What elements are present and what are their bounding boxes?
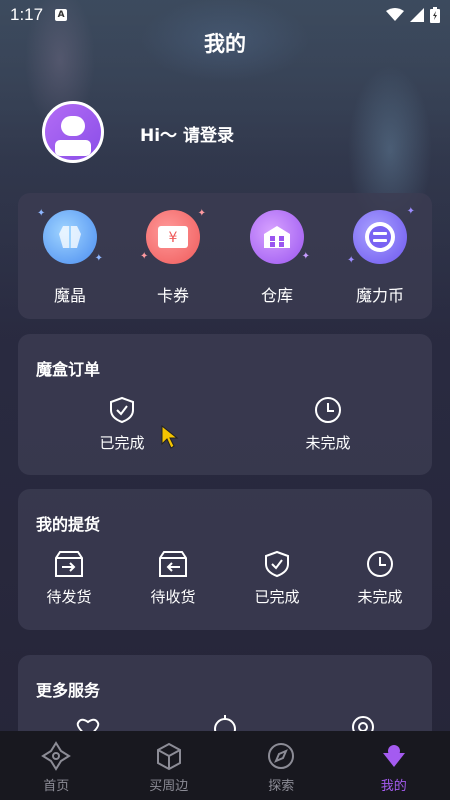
status-label: 未完成 [305, 434, 351, 452]
asset-label: 仓库 [260, 286, 293, 305]
status-label: 已完成 [254, 588, 300, 606]
asset-coupon[interactable]: ¥ ✦ ✦ 卡券 [136, 208, 210, 306]
asset-coin[interactable]: ✦ ✦ 魔力币 [343, 206, 417, 306]
status-label: 待收货 [150, 588, 196, 606]
coupon-icon: ¥ ✦ ✦ [140, 208, 206, 264]
pickup-card: 我的提货 待发货 待收货 已完成 未完成 [18, 489, 432, 630]
pickup-completed[interactable]: 已完成 [232, 550, 322, 607]
box-send-icon [55, 551, 83, 577]
avatar[interactable] [42, 101, 104, 163]
signal-icon [410, 8, 424, 22]
pickup-incomplete[interactable]: 未完成 [335, 550, 425, 607]
asset-label: 魔晶 [53, 286, 86, 305]
tab-profile[interactable]: 我的 [338, 731, 450, 800]
svg-text:¥: ¥ [169, 230, 178, 246]
box-orders-card: 魔盒订单 已完成 未完成 [18, 334, 432, 475]
box-order-incomplete[interactable]: 未完成 [283, 396, 373, 453]
tab-explore[interactable]: 探索 [225, 731, 338, 800]
tab-shop[interactable]: 买周边 [113, 731, 226, 800]
tab-label: 买周边 [149, 779, 189, 794]
compass-icon [268, 743, 295, 769]
profile-icon [382, 745, 405, 767]
clock-icon [367, 551, 393, 577]
status-label: 已完成 [99, 434, 145, 452]
card-title: 魔盒订单 [36, 360, 101, 379]
box-receive-icon [159, 551, 187, 577]
bottom-tab-bar: 首页 买周边 探索 我的 [0, 731, 450, 800]
notification-a-icon: A [55, 9, 68, 21]
tab-label: 探索 [268, 779, 295, 794]
asset-label: 魔力币 [355, 286, 404, 305]
battery-icon [430, 7, 440, 23]
wifi-icon [386, 8, 404, 21]
asset-crystal[interactable]: ✦ ✦ 魔晶 [33, 208, 107, 306]
cube-icon [156, 742, 181, 771]
status-time: 1:17 [10, 5, 44, 24]
home-icon [41, 741, 72, 771]
assets-card: ✦ ✦ 魔晶 ¥ ✦ ✦ 卡券 ✦ 仓库 ✦ ✦ 魔力币 [18, 193, 432, 319]
tab-label: 首页 [43, 779, 70, 794]
status-label: 待发货 [46, 588, 92, 606]
asset-warehouse[interactable]: ✦ 仓库 [240, 210, 314, 306]
clock-icon [315, 397, 341, 423]
status-bar: 1:17 A [0, 0, 450, 30]
warehouse-icon: ✦ [250, 210, 310, 264]
box-order-completed[interactable]: 已完成 [77, 396, 167, 453]
shield-check-icon [110, 396, 134, 424]
card-title: 更多服务 [36, 681, 101, 700]
tab-home[interactable]: 首页 [0, 731, 113, 800]
crystal-icon: ✦ ✦ [37, 208, 103, 264]
tab-label: 我的 [380, 779, 407, 794]
pickup-pending-ship[interactable]: 待发货 [24, 550, 114, 607]
asset-label: 卡券 [156, 286, 189, 305]
user-icon [55, 116, 91, 156]
login-prompt[interactable]: Hi～ 请登录 [140, 121, 234, 146]
pickup-pending-receive[interactable]: 待收货 [128, 550, 218, 607]
card-title: 我的提货 [36, 515, 101, 534]
status-label: 未完成 [357, 588, 403, 606]
mouse-cursor-icon [161, 424, 179, 449]
page-title: 我的 [204, 32, 246, 56]
coin-icon: ✦ ✦ [347, 206, 415, 266]
shield-check-icon [265, 550, 289, 578]
